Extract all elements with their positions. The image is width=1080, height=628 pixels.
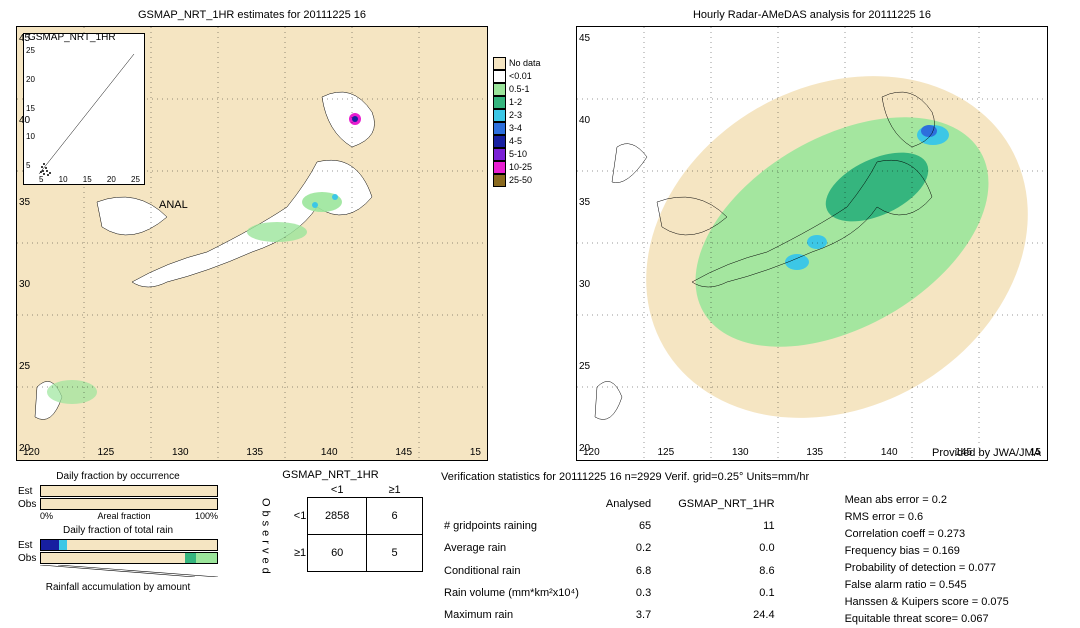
stat-row: # gridpoints raining6511 [443, 516, 799, 536]
metric: Probability of detection = 0.077 [845, 560, 1009, 577]
metric: Correlation coeff = 0.273 [845, 526, 1009, 543]
metric: RMS error = 0.6 [845, 509, 1009, 526]
legend-No data: No data [493, 57, 547, 70]
legend-3-4: 3-4 [493, 122, 547, 135]
legend-25-50: 25-50 [493, 174, 547, 187]
fraction-bars: Daily fraction by occurrence Est Obs 0%A… [18, 469, 218, 628]
stat-row: Rain volume (mm*km²x10⁴)0.30.1 [443, 583, 799, 603]
legend-<0.01: <0.01 [493, 70, 547, 83]
stat-row: Conditional rain6.88.6 [443, 561, 799, 581]
radar-amedas-map: Hourly Radar-AMeDAS analysis for 2011122… [576, 26, 1048, 461]
ct-a: 2858 [308, 498, 367, 535]
scatter-inset: GSMAP_NRT_1HR 510152025 510152025 [23, 33, 145, 185]
left-map-title: GSMAP_NRT_1HR estimates for 20111225 16 [17, 9, 487, 21]
stat-row: Average rain0.20.0 [443, 539, 799, 559]
color-legend: No data<0.010.5-11-22-33-44-55-1010-2525… [493, 57, 547, 187]
legend-4-5: 4-5 [493, 135, 547, 148]
bars-h1: Daily fraction by occurrence [18, 471, 218, 482]
verification-stats: Verification statistics for 20111225 16 … [441, 469, 1080, 628]
metric: False alarm ratio = 0.545 [845, 577, 1009, 594]
metric: Equitable threat score= 0.067 [845, 611, 1009, 628]
ct-d: 5 [367, 535, 423, 572]
ct-b: 6 [367, 498, 423, 535]
right-map-title: Hourly Radar-AMeDAS analysis for 2011122… [577, 9, 1047, 21]
ct-c: 60 [308, 535, 367, 572]
metric: Hanssen & Kuipers score = 0.075 [845, 594, 1009, 611]
stat-row: Maximum rain3.724.4 [443, 606, 799, 626]
bars-h2: Daily fraction of total rain [18, 525, 218, 536]
legend-2-3: 2-3 [493, 109, 547, 122]
bars-h3: Rainfall accumulation by amount [18, 582, 218, 593]
legend-5-10: 5-10 [493, 148, 547, 161]
anal-label: ANAL [159, 199, 188, 211]
metric: Mean abs error = 0.2 [845, 492, 1009, 509]
legend-1-2: 1-2 [493, 96, 547, 109]
legend-0.5-1: 0.5-1 [493, 83, 547, 96]
contingency-table: GSMAP_NRT_1HR <1≥1 Observed<128586 ≥1605 [238, 469, 423, 628]
metric: Frequency bias = 0.169 [845, 543, 1009, 560]
inset-title: GSMAP_NRT_1HR [28, 33, 116, 43]
score-list: Mean abs error = 0.2RMS error = 0.6Corre… [845, 492, 1009, 628]
stats-title: Verification statistics for 20111225 16 … [441, 469, 1080, 486]
legend-10-25: 10-25 [493, 161, 547, 174]
coastline-right [577, 27, 1047, 460]
gsmap-estimate-map: GSMAP_NRT_1HR estimates for 20111225 16 … [16, 26, 488, 461]
stats-table: AnalysedGSMAP_NRT_1HR # gridpoints raini… [441, 492, 801, 628]
